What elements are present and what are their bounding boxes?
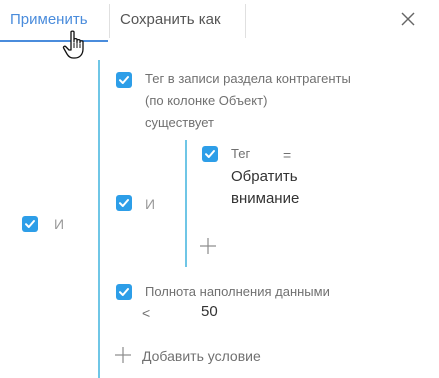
- subgroup-line: [185, 140, 187, 267]
- fullness-condition-checkbox[interactable]: [116, 284, 132, 300]
- subgroup-checkbox[interactable]: [116, 195, 132, 211]
- add-condition-button[interactable]: Добавить условие: [142, 347, 261, 365]
- subgroup-condition-comparison[interactable]: =: [283, 146, 291, 164]
- toolbar-separator: [245, 4, 246, 38]
- fullness-condition-column[interactable]: Полнота наполнения данными: [145, 281, 330, 303]
- condition-value[interactable]: существует: [145, 112, 214, 134]
- subgroup-condition-value[interactable]: Обратить: [231, 166, 298, 188]
- root-group-checkbox[interactable]: [22, 216, 38, 232]
- subgroup-operator: И: [145, 196, 156, 212]
- subgroup-condition-column[interactable]: Тег: [231, 143, 250, 165]
- toolbar-separator: [109, 4, 110, 38]
- active-tab-underline: [0, 40, 108, 42]
- condition-line[interactable]: Тег в записи раздела контрагенты: [145, 68, 351, 90]
- fullness-condition-comparison[interactable]: <: [142, 304, 150, 322]
- subgroup-condition-checkbox[interactable]: [202, 146, 218, 162]
- condition-checkbox[interactable]: [116, 72, 132, 88]
- apply-button[interactable]: Применить: [10, 10, 88, 30]
- subgroup-condition-value[interactable]: внимание: [231, 188, 299, 210]
- close-icon[interactable]: [398, 9, 418, 29]
- plus-icon[interactable]: [199, 237, 217, 255]
- fullness-condition-value[interactable]: 50: [201, 301, 218, 323]
- add-condition-plus-icon[interactable]: [114, 346, 132, 364]
- condition-line[interactable]: (по колонке Объект): [145, 90, 267, 112]
- save-as-button[interactable]: Сохранить как: [120, 10, 221, 30]
- root-group-operator: И: [54, 216, 65, 232]
- root-group-line: [98, 60, 100, 378]
- hand-cursor-icon: [62, 30, 88, 60]
